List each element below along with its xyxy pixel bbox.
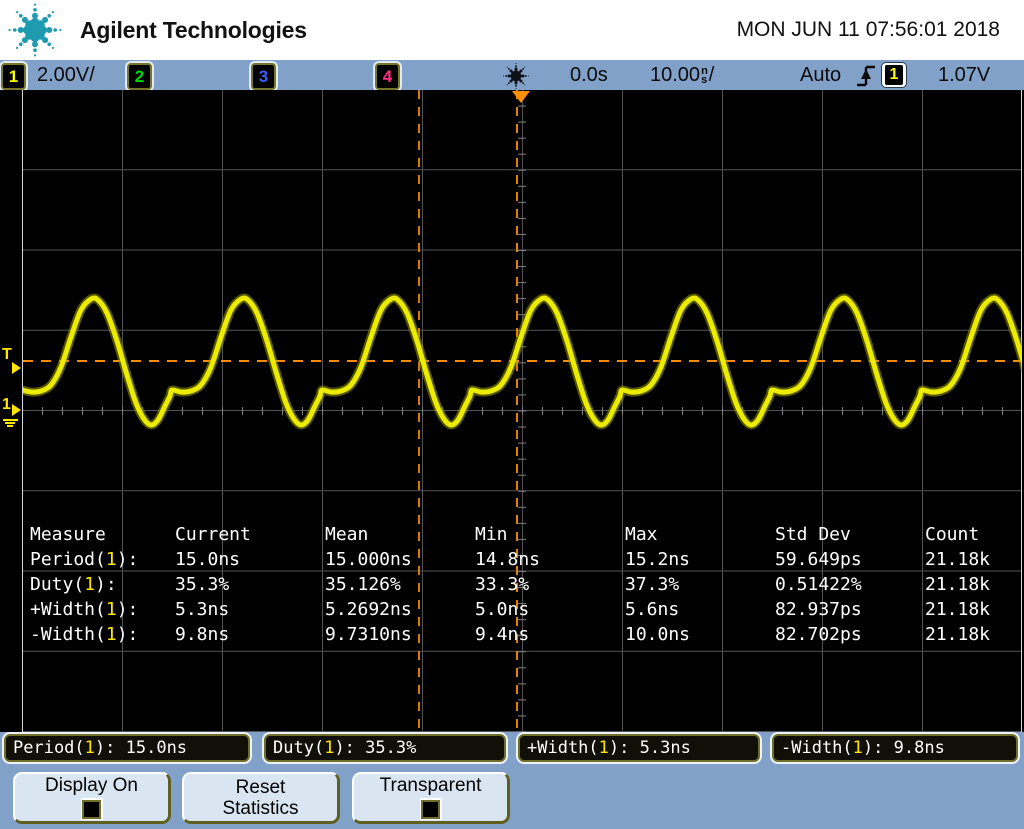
measure-mean: 5.2692ns [325, 597, 475, 622]
display-on-checkbox[interactable] [81, 798, 103, 820]
agilent-spark-logo-icon [8, 3, 62, 57]
trigger-marker-arrow-icon [12, 362, 21, 374]
brand-title: Agilent Technologies [80, 0, 307, 60]
ground-marker-label: 1 [2, 398, 11, 412]
trigger-level-readout: 1.07V [938, 60, 990, 90]
transparent-label: Transparent [380, 775, 482, 797]
measure-max: 5.6ns [625, 597, 775, 622]
measure-min: 5.0ns [475, 597, 625, 622]
measure-current: 5.3ns [175, 597, 325, 622]
datetime-display: MON JUN 11 07:56:01 2018 [737, 0, 1000, 60]
measure-current: 9.8ns [175, 622, 325, 647]
reset-statistics-label: ResetStatistics [222, 777, 298, 819]
chip-pos-width[interactable]: +Width(1): 5.3ns [518, 734, 760, 762]
measure-max: 10.0ns [625, 622, 775, 647]
trigger-marker-label: T [2, 348, 12, 362]
channel-1-scale: 2.00V/ [37, 60, 95, 90]
measure-max: 37.3% [625, 572, 775, 597]
chip-neg-width[interactable]: -Width(1): 9.8ns [772, 734, 1018, 762]
measure-max: 15.2ns [625, 547, 775, 572]
transparent-button[interactable]: Transparent [352, 772, 510, 824]
trigger-source-badge[interactable]: 1 [882, 63, 906, 87]
col-header: Min [475, 522, 625, 547]
horizontal-delay: 0.0s [570, 60, 608, 90]
measure-current: 35.3% [175, 572, 325, 597]
measure-mean: 15.000ns [325, 547, 475, 572]
measure-stddev: 59.649ps [775, 547, 925, 572]
measure-min: 33.3% [475, 572, 625, 597]
measure-name: Period(1): [30, 547, 175, 572]
ground-marker-arrow-icon [12, 404, 21, 416]
measure-count: 21.18k [925, 547, 1015, 572]
header-bar: Agilent Technologies MON JUN 11 07:56:01… [0, 0, 1024, 60]
waveform-display: T 1 Measure Current Mean Min Max Std Dev… [0, 90, 1024, 732]
col-header: Std Dev [775, 522, 925, 547]
col-header: Count [925, 522, 1015, 547]
display-on-label: Display On [45, 775, 138, 797]
col-header: Max [625, 522, 775, 547]
measurement-chip-bar: Period(1): 15.0ns Duty(1): 35.3% +Width(… [0, 732, 1024, 766]
transparent-checkbox[interactable] [420, 798, 442, 820]
measure-stddev: 82.702ps [775, 622, 925, 647]
time-reference-marker [512, 91, 530, 103]
measure-min: 14.8ns [475, 547, 625, 572]
chip-duty[interactable]: Duty(1): 35.3% [264, 734, 506, 762]
measure-count: 21.18k [925, 622, 1015, 647]
measure-count: 21.18k [925, 597, 1015, 622]
measure-stddev: 0.51422% [775, 572, 925, 597]
status-bar: 1 2.00V/ 2 3 4 0.0s 10.00ns/ Auto 1 1.07… [0, 60, 1024, 90]
channel-1-badge[interactable]: 1 [1, 63, 26, 90]
col-header: Mean [325, 522, 475, 547]
ground-symbol-icon [1, 419, 19, 427]
channel-2-badge[interactable]: 2 [127, 63, 152, 90]
reset-statistics-button[interactable]: ResetStatistics [182, 772, 340, 824]
measure-name: -Width(1): [30, 622, 175, 647]
measure-min: 9.4ns [475, 622, 625, 647]
col-header: Current [175, 522, 325, 547]
measurement-table: Measure Current Mean Min Max Std Dev Cou… [30, 522, 1015, 647]
channel-3-badge[interactable]: 3 [251, 63, 276, 90]
col-header: Measure [30, 522, 175, 547]
measure-mean: 35.126% [325, 572, 475, 597]
measure-current: 15.0ns [175, 547, 325, 572]
chip-period[interactable]: Period(1): 15.0ns [4, 734, 250, 762]
trigger-edge-icon [856, 63, 876, 88]
measure-stddev: 82.937ps [775, 597, 925, 622]
measure-name: +Width(1): [30, 597, 175, 622]
display-on-button[interactable]: Display On [13, 772, 171, 824]
measure-mean: 9.7310ns [325, 622, 475, 647]
softkey-bar: Display On ResetStatistics Transparent [0, 766, 1024, 829]
spark-icon [502, 62, 530, 90]
trigger-mode: Auto [800, 60, 841, 90]
channel-4-badge[interactable]: 4 [375, 63, 400, 90]
measure-count: 21.18k [925, 572, 1015, 597]
timebase-scale: 10.00ns/ [650, 60, 714, 90]
measure-name: Duty(1): [30, 572, 175, 597]
